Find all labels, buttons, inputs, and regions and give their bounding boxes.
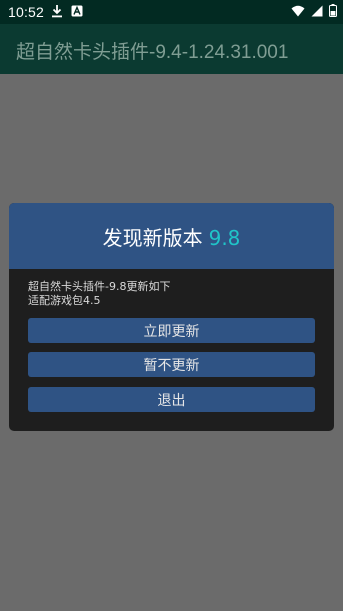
status-notification-icons — [51, 4, 83, 18]
wifi-icon — [291, 5, 305, 17]
skip-update-button[interactable]: 暂不更新 — [28, 352, 315, 377]
battery-icon — [329, 4, 337, 17]
download-icon — [51, 4, 63, 18]
app-bar: 超自然卡头插件-9.4-1.24.31.001 — [0, 24, 343, 74]
update-dialog: 发现新版本 9.8 超自然卡头插件-9.8更新如下 适配游戏包4.5 立即更新 暂… — [9, 203, 334, 431]
dialog-title: 发现新版本 9.8 — [103, 222, 241, 251]
status-system-icons — [291, 4, 337, 17]
dialog-message-line: 超自然卡头插件-9.8更新如下 — [28, 280, 171, 293]
text-app-icon — [71, 5, 83, 17]
dialog-version: 9.8 — [208, 225, 241, 250]
signal-icon — [311, 5, 323, 17]
dialog-title-text: 发现新版本 — [102, 225, 203, 250]
exit-button[interactable]: 退出 — [28, 387, 315, 412]
app-title: 超自然卡头插件-9.4-1.24.31.001 — [16, 42, 289, 63]
dialog-message: 超自然卡头插件-9.8更新如下 适配游戏包4.5 — [28, 280, 170, 308]
dialog-header: 发现新版本 9.8 — [9, 203, 334, 269]
update-now-button[interactable]: 立即更新 — [28, 318, 315, 343]
status-bar: 10:52 — [0, 0, 343, 24]
screen: 10:52 超自然卡头插件-9.4-1.24.31.001 发现新版本 9.8 … — [0, 0, 343, 611]
status-time: 10:52 — [8, 4, 45, 20]
dialog-message-line: 适配游戏包4.5 — [28, 294, 101, 307]
